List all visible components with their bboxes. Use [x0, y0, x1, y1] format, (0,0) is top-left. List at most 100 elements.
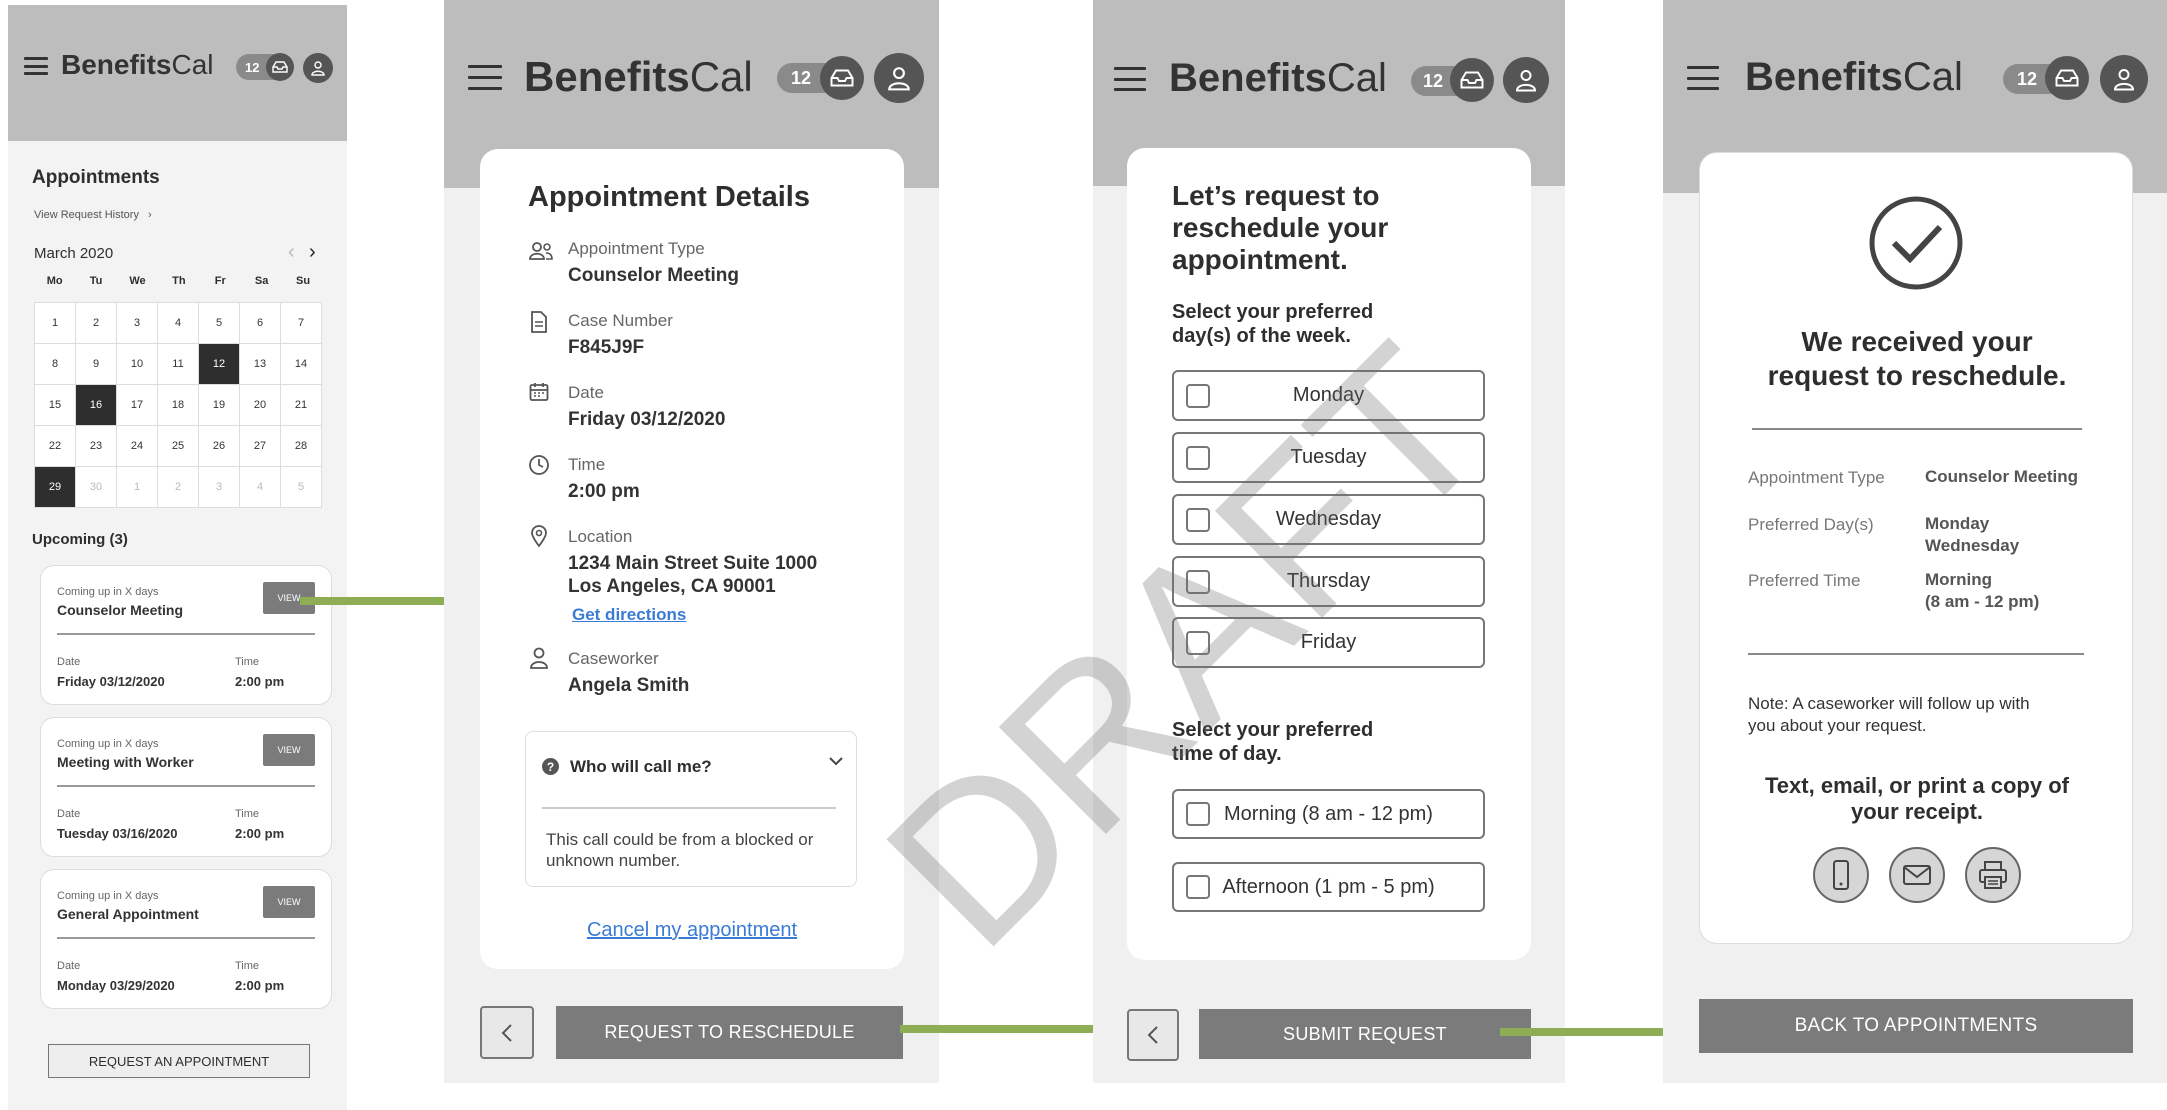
checkbox[interactable]: [1186, 630, 1210, 655]
get-directions-link[interactable]: Get directions: [572, 605, 686, 625]
calendar-day-selected[interactable]: 29: [34, 466, 76, 508]
calendar-day[interactable]: 14: [280, 343, 322, 385]
profile-icon[interactable]: [1503, 57, 1549, 103]
flow-connector: [300, 597, 460, 605]
faq-question: Who will call me?: [570, 757, 712, 776]
faq-answer-line1: This call could be from a blocked or: [546, 830, 814, 849]
confirmation-card: We received your request to reschedule. …: [1699, 152, 2133, 944]
calendar-weekdays: Mo Tu We Th Fr Sa Su: [34, 275, 324, 287]
request-appointment-button[interactable]: REQUEST AN APPOINTMENT: [48, 1044, 310, 1078]
calendar-day[interactable]: 20: [239, 384, 281, 426]
profile-icon[interactable]: [2100, 55, 2148, 103]
calendar-day[interactable]: 6: [239, 302, 281, 344]
inbox-icon[interactable]: [266, 53, 294, 81]
app-logo: BenefitsCal: [1169, 56, 1387, 100]
calendar-day-selected[interactable]: 16: [75, 384, 117, 426]
profile-icon[interactable]: [303, 53, 333, 83]
receipt-line: your receipt.: [1850, 799, 1984, 824]
coming-up-text: Coming up in X days: [57, 586, 159, 598]
prev-month-icon[interactable]: ‹: [288, 241, 295, 264]
location-line2: Los Angeles, CA 90001: [568, 576, 776, 597]
checkbox[interactable]: [1186, 383, 1210, 408]
calendar-day-selected[interactable]: 12: [198, 343, 240, 385]
time-option-morning[interactable]: Morning (8 am - 12 pm): [1172, 789, 1485, 839]
back-to-appointments-button[interactable]: BACK TO APPOINTMENTS: [1699, 999, 2133, 1053]
inbox-icon[interactable]: [2045, 56, 2089, 100]
calendar-day[interactable]: 24: [116, 425, 158, 467]
type-value: Counselor Meeting: [1925, 467, 2079, 486]
appointment-title: General Appointment: [57, 906, 199, 922]
calendar-day[interactable]: 13: [239, 343, 281, 385]
next-month-icon[interactable]: ›: [309, 241, 316, 264]
calendar-day[interactable]: 17: [116, 384, 158, 426]
view-button[interactable]: VIEW: [263, 734, 315, 766]
menu-icon[interactable]: [1687, 66, 1719, 90]
faq-accordion[interactable]: ? Who will call me? This call could be f…: [525, 731, 857, 887]
cancel-appointment-link[interactable]: Cancel my appointment: [480, 919, 904, 942]
days-value-line: Monday: [1925, 514, 1990, 533]
email-receipt-button[interactable]: [1889, 847, 1945, 903]
back-button[interactable]: [480, 1006, 534, 1059]
calendar-day[interactable]: 19: [198, 384, 240, 426]
menu-icon[interactable]: [24, 57, 48, 75]
calendar-day[interactable]: 26: [198, 425, 240, 467]
time-value-line: Morning: [1925, 570, 1993, 589]
inbox-icon[interactable]: [820, 56, 864, 100]
request-reschedule-button[interactable]: REQUEST TO RESCHEDULE: [556, 1006, 903, 1059]
profile-icon[interactable]: [874, 53, 924, 103]
day-option-tuesday[interactable]: Tuesday: [1172, 432, 1485, 483]
divider: [1752, 428, 2082, 430]
calendar-day[interactable]: 25: [157, 425, 199, 467]
calendar-day[interactable]: 21: [280, 384, 322, 426]
print-receipt-button[interactable]: [1965, 847, 2021, 903]
inbox-icon[interactable]: [1450, 58, 1494, 102]
checkbox[interactable]: [1186, 507, 1210, 532]
reschedule-request-screen: BenefitsCal 12 Let’s request to reschedu…: [1093, 0, 1565, 1083]
calendar-day[interactable]: 10: [116, 343, 158, 385]
card-divider: [57, 633, 315, 635]
day-option-thursday[interactable]: Thursday: [1172, 556, 1485, 607]
view-request-history-link[interactable]: View Request History ›: [34, 209, 152, 221]
menu-icon[interactable]: [468, 65, 502, 90]
checkbox[interactable]: [1186, 445, 1210, 470]
calendar-day[interactable]: 5: [198, 302, 240, 344]
view-button[interactable]: VIEW: [263, 886, 315, 918]
checkbox[interactable]: [1186, 802, 1210, 826]
submit-request-button[interactable]: SUBMIT REQUEST: [1199, 1009, 1531, 1059]
checkbox[interactable]: [1186, 875, 1210, 899]
note-line: Note: A caseworker will follow up with: [1748, 694, 2030, 713]
calendar-day[interactable]: 9: [75, 343, 117, 385]
card-divider: [57, 785, 315, 787]
type-label: Appointment Type: [1748, 468, 1885, 487]
calendar-day[interactable]: 7: [280, 302, 322, 344]
calendar-day[interactable]: 11: [157, 343, 199, 385]
calendar-day[interactable]: 18: [157, 384, 199, 426]
date-value: Friday 03/12/2020: [57, 674, 165, 689]
calendar-day[interactable]: 22: [34, 425, 76, 467]
checkbox[interactable]: [1186, 569, 1210, 594]
time-option-afternoon[interactable]: Afternoon (1 pm - 5 pm): [1172, 862, 1485, 912]
back-button[interactable]: [1127, 1009, 1179, 1061]
app-logo: BenefitsCal: [1745, 55, 1963, 99]
calendar-day[interactable]: 23: [75, 425, 117, 467]
text-receipt-button[interactable]: [1813, 847, 1869, 903]
calendar-day[interactable]: 28: [280, 425, 322, 467]
calendar-icon: [529, 382, 549, 407]
calendar-day[interactable]: 1: [34, 302, 76, 344]
day-option-monday[interactable]: Monday: [1172, 370, 1485, 421]
menu-icon[interactable]: [1114, 67, 1146, 91]
appointments-screen: BenefitsCal 12 Appointments View Request…: [8, 5, 347, 1110]
date-label: Date: [57, 808, 81, 820]
receipt-line: Text, email, or print a copy of: [1765, 773, 2069, 798]
location-line1: 1234 Main Street Suite 1000: [568, 553, 818, 574]
calendar-day[interactable]: 15: [34, 384, 76, 426]
day-option-friday[interactable]: Friday: [1172, 617, 1485, 668]
calendar-day[interactable]: 2: [75, 302, 117, 344]
calendar-day[interactable]: 3: [116, 302, 158, 344]
calendar-day[interactable]: 27: [239, 425, 281, 467]
calendar-day[interactable]: 8: [34, 343, 76, 385]
calendar-day[interactable]: 4: [157, 302, 199, 344]
day-option-wednesday[interactable]: Wednesday: [1172, 494, 1485, 545]
calendar-day-muted: 1: [116, 466, 158, 508]
chevron-down-icon[interactable]: [828, 754, 844, 772]
